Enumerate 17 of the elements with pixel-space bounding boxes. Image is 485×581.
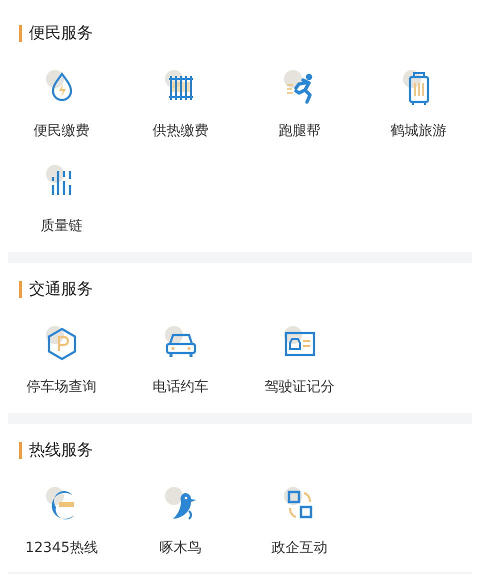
service-link[interactable]: 便民缴费	[2, 68, 121, 141]
service-link[interactable]: 政企互动	[240, 485, 359, 558]
service-link[interactable]: 跑腿帮	[240, 68, 359, 141]
service-link[interactable]: 12345热线	[2, 485, 121, 558]
service-link[interactable]: 供热缴费	[121, 68, 240, 141]
accent-bar	[19, 442, 22, 458]
service-link[interactable]: 质量链	[2, 163, 121, 236]
accent-bar	[19, 24, 22, 42]
accent-bar	[19, 280, 22, 298]
section-title: 热线服务	[29, 439, 93, 461]
section-title: 交通服务	[29, 278, 93, 300]
service-link[interactable]: 鹤城旅游	[359, 68, 478, 141]
service-link[interactable]: 啄木鸟	[121, 485, 240, 558]
section-title: 便民服务	[29, 22, 93, 44]
service-link[interactable]: 电话约车	[121, 324, 240, 397]
service-link[interactable]: 停车场查询	[2, 324, 121, 397]
service-link[interactable]: 驾驶证记分	[240, 324, 359, 397]
